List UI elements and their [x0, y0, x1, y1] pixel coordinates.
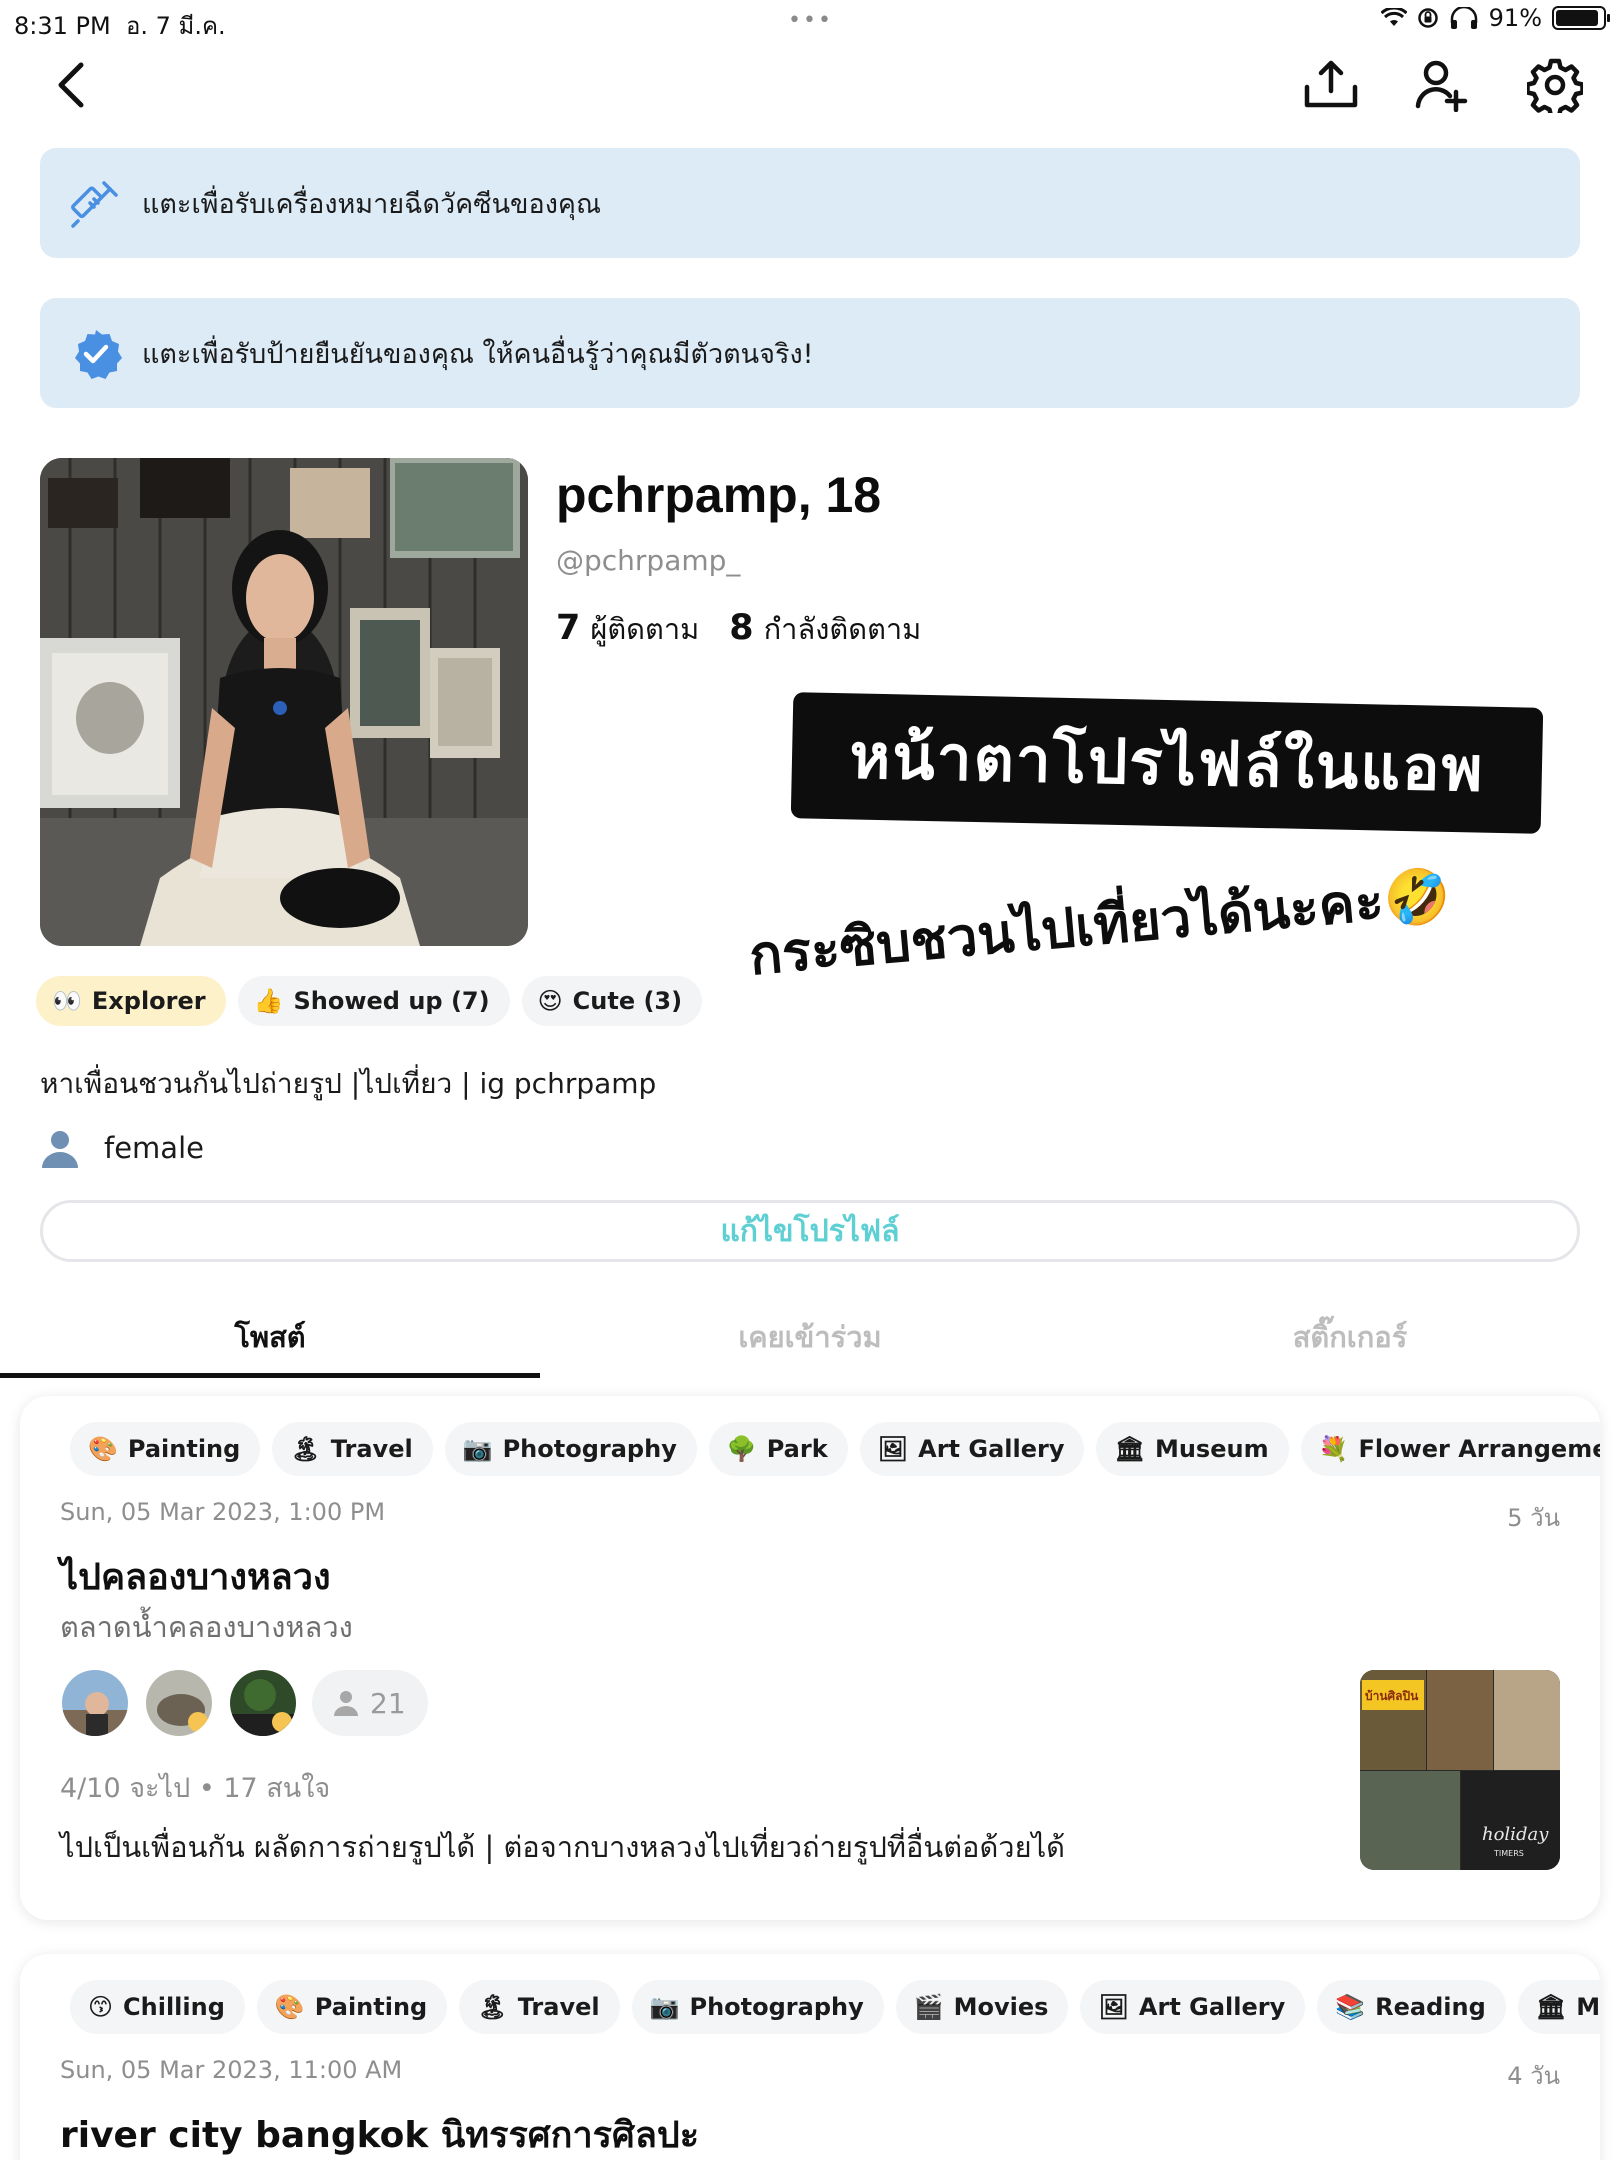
wifi-icon — [1380, 8, 1407, 26]
post-age: 5 วัน — [1507, 1504, 1560, 1532]
profile-tabs: โพสต์ เคยเข้าร่วม สติ๊กเกอร์ — [0, 1296, 1620, 1378]
profile-gender: female — [40, 1128, 204, 1168]
tag-photography[interactable]: 📷 Photography — [631, 1980, 884, 2034]
tag-painting[interactable]: 🎨 Painting — [70, 1422, 261, 1476]
svg-text:holiday: holiday — [1482, 1824, 1549, 1845]
person-silhouette-icon — [42, 1131, 78, 1168]
settings-button[interactable] — [1520, 50, 1590, 120]
tab-stickers[interactable]: สติ๊กเกอร์ — [1080, 1296, 1620, 1378]
svg-text:บ้านศิลปิน: บ้านศิลปิน — [1365, 1689, 1419, 1703]
badge-cute[interactable]: 😍 Cute (3) — [521, 976, 703, 1026]
rotation-lock-icon — [1417, 8, 1438, 28]
post-title: ไปคลองบางหลวง — [60, 1557, 331, 1598]
badge-list: 👀 Explorer 👍 Showed up (7) 😍 Cute (3) — [36, 976, 703, 1026]
share-upload-icon — [1304, 60, 1358, 108]
attendee-avatars[interactable]: 21 — [60, 1668, 428, 1738]
post-tags: 😙 Chilling 🎨 Painting 🏝 Travel 📷 Photography… — [70, 1980, 1600, 2034]
multitasking-dots-icon[interactable]: ••• — [788, 8, 833, 33]
back-button[interactable] — [36, 50, 106, 120]
edit-profile-button[interactable]: แก้ไขโปรไฟล์ — [40, 1200, 1580, 1262]
tag-museum[interactable]: 🏛Museum — [1517, 1980, 1600, 2034]
status-bar: 8:31 PM อ. 7 มี.ค. ••• 91% — [0, 0, 1620, 40]
tag-photography[interactable]: 📷 Photography — [444, 1422, 697, 1476]
profile-photo[interactable] — [40, 458, 528, 946]
verify-banner[interactable]: แตะเพื่อรับป้ายยืนยันของคุณ ให้คนอื่นรู้… — [40, 298, 1580, 408]
following-stat[interactable]: 8 กำลังติดตาม — [729, 606, 921, 652]
tab-posts[interactable]: โพสต์ — [0, 1296, 540, 1378]
tag-reading[interactable]: 📚 Reading — [1317, 1980, 1506, 2034]
badge-explorer[interactable]: 👀 Explorer — [36, 976, 226, 1026]
post-date: Sun, 05 Mar 2023, 11:00 AM — [60, 2056, 403, 2084]
badge-showed-up[interactable]: 👍 Showed up (7) — [237, 976, 510, 1026]
tab-joined[interactable]: เคยเข้าร่วม — [540, 1296, 1080, 1378]
tag-travel[interactable]: 🏝 Travel — [459, 1980, 620, 2034]
follow-stats: 7 ผู้ติดตาม 8 กำลังติดตาม — [556, 606, 921, 652]
avatar — [60, 1668, 130, 1738]
add-person-icon — [1415, 60, 1468, 112]
attendee-count: 21 — [312, 1670, 428, 1736]
headphones-icon — [1450, 7, 1477, 29]
status-icons: 91% — [1380, 4, 1610, 32]
tag-flower-arrangement[interactable]: 💐Flower Arrangement — [1300, 1422, 1600, 1476]
tag-travel[interactable]: 🏝 Travel — [272, 1422, 433, 1476]
caption-sticker-text: หน้าตาโปรไฟล์ในแอพ — [848, 719, 1486, 806]
profile-name: pchrpamp, 18 — [556, 467, 882, 523]
tag-art-gallery[interactable]: 🖼 Art Gallery — [1080, 1980, 1306, 2034]
syringe-icon — [68, 175, 124, 231]
post-description: ไปเป็นเพื่อนกัน ผลัดการถ่ายรูปได้ | ต่อจ… — [60, 1830, 1065, 1864]
post-card[interactable]: 😙 Chilling 🎨 Painting 🏝 Travel 📷 Photography… — [20, 1954, 1600, 2160]
tag-chilling[interactable]: 😙 Chilling — [70, 1980, 245, 2034]
verified-badge-icon — [68, 325, 124, 381]
followers-stat[interactable]: 7 ผู้ติดตาม — [556, 606, 699, 652]
caption-sticker: หน้าตาโปรไฟล์ในแอพ — [790, 692, 1544, 834]
battery-percent: 91% — [1488, 4, 1542, 32]
post-title: river city bangkok นิทรรศการศิลปะ — [60, 2115, 700, 2156]
tag-museum[interactable]: 🏛Museum — [1096, 1422, 1289, 1476]
status-time: 8:31 PM อ. 7 มี.ค. — [14, 12, 226, 40]
verify-banner-text: แตะเพื่อรับป้ายยืนยันของคุณ ให้คนอื่นรู้… — [142, 338, 814, 370]
vaccine-banner-text: แตะเพื่อรับเครื่องหมายฉีดวัคซีนของคุณ — [142, 188, 601, 220]
profile-bio: หาเพื่อนชวนกันไปถ่ายรูป |ไปเที่ยว | ig p… — [40, 1067, 657, 1100]
post-date: Sun, 05 Mar 2023, 1:00 PM — [60, 1498, 386, 1526]
post-thumbnail[interactable]: บ้านศิลปิน holiday TIMERS — [1360, 1670, 1560, 1870]
avatar — [144, 1668, 214, 1738]
post-participation: 4/10 จะไป • 17 สนใจ — [60, 1773, 331, 1804]
post-card[interactable]: 🎨 Painting 🏝 Travel 📷 Photography 🌳 Park 🖼 Ar… — [20, 1396, 1600, 1920]
svg-text:TIMERS: TIMERS — [1493, 1849, 1524, 1858]
tag-painting[interactable]: 🎨 Painting — [256, 1980, 448, 2034]
post-tags: 🎨 Painting 🏝 Travel 📷 Photography 🌳 Park 🖼 Ar… — [70, 1422, 1600, 1476]
tag-park[interactable]: 🌳 Park — [708, 1422, 848, 1476]
avatar — [228, 1668, 298, 1738]
chevron-left-icon — [58, 62, 84, 108]
tag-movies[interactable]: 🎬 Movies — [895, 1980, 1069, 2034]
vaccine-banner[interactable]: แตะเพื่อรับเครื่องหมายฉีดวัคซีนของคุณ — [40, 148, 1580, 258]
caption-handwritten: กระซิบชวนไปเที่ยวได้นะคะ🤣 — [746, 862, 1454, 988]
gear-icon — [1527, 58, 1583, 113]
person-icon — [334, 1691, 358, 1716]
post-subtitle: ตลาดน้ำคลองบางหลวง — [60, 1610, 353, 1644]
add-friend-button[interactable] — [1406, 50, 1476, 120]
share-button[interactable] — [1296, 50, 1366, 120]
battery-icon — [1552, 6, 1610, 30]
profile-handle: @pchrpamp_ — [556, 544, 741, 577]
tag-art-gallery[interactable]: 🖼 Art Gallery — [859, 1422, 1085, 1476]
post-age: 4 วัน — [1507, 2062, 1560, 2090]
